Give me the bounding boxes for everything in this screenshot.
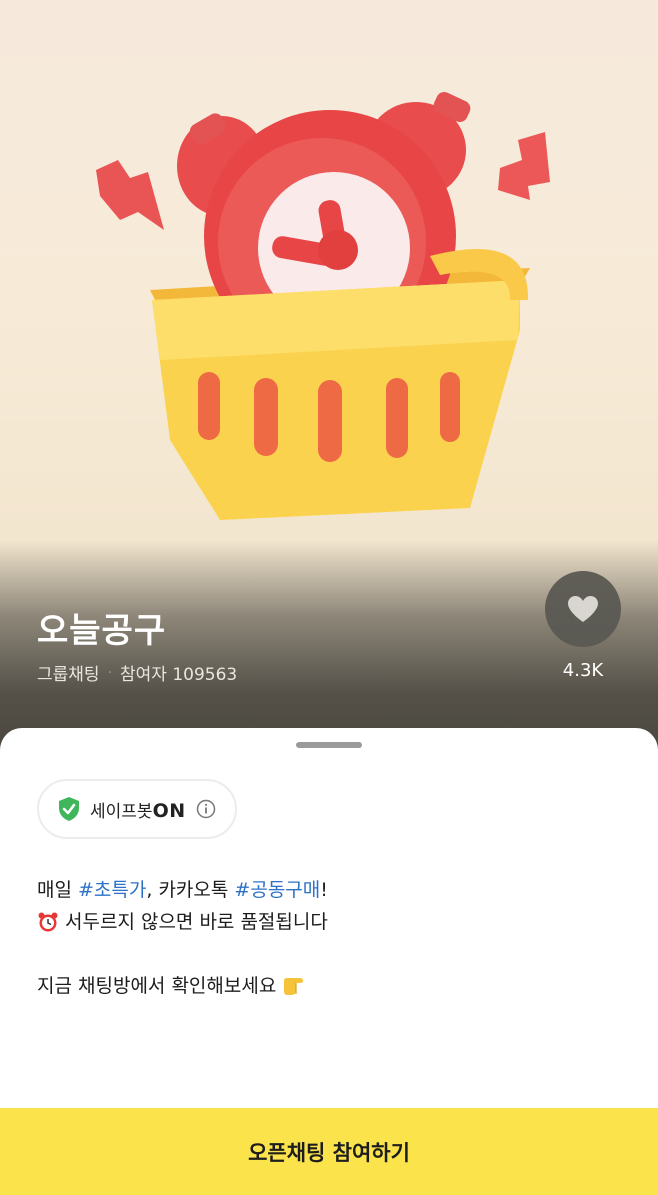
sheet-drag-handle[interactable] <box>296 742 362 748</box>
room-description: 매일 #초특가, 카카오톡 #공동구매! 서두르지 않으면 바로 품절됩니다 지… <box>37 874 328 1002</box>
alarm-clock-icon <box>38 912 58 932</box>
info-icon[interactable] <box>196 799 216 819</box>
description-line-1: 매일 #초특가, 카카오톡 #공동구매! <box>37 874 328 906</box>
participant-count: 참여자 109563 <box>120 665 238 685</box>
description-line-2: 서두르지 않으면 바로 품절됩니다 <box>37 906 328 938</box>
hashtag-link[interactable]: #초특가 <box>78 874 146 906</box>
description-line-3: 지금 채팅방에서 확인해보세요 <box>37 970 328 1002</box>
join-open-chat-button[interactable]: 오픈채팅 참여하기 <box>0 1108 658 1195</box>
like-count: 4.3K <box>562 660 604 681</box>
room-meta: 그룹채팅 · 참여자 109563 <box>37 660 238 686</box>
safebot-status: ON <box>152 799 186 822</box>
room-type: 그룹채팅 <box>37 665 100 685</box>
pointing-hand-icon <box>284 978 304 995</box>
alarm-clock-basket-illustration <box>96 92 550 520</box>
meta-separator: · <box>107 664 113 681</box>
description-text: 매일 <box>37 879 78 901</box>
heart-icon <box>568 596 598 622</box>
room-title: 오늘공구 <box>37 611 167 651</box>
description-text: 서두르지 않으면 바로 품절됩니다 <box>65 911 328 933</box>
description-text: ! <box>320 879 328 901</box>
safebot-label: 세이프봇ON <box>90 797 186 822</box>
safebot-badge[interactable]: 세이프봇ON <box>37 779 237 839</box>
like-button[interactable] <box>545 571 621 647</box>
safebot-name: 세이프봇 <box>90 801 153 822</box>
description-text: , 카카오톡 <box>146 879 235 901</box>
hero-banner: 오늘공구 그룹채팅 · 참여자 109563 4.3K <box>0 0 658 760</box>
shield-check-icon <box>59 797 79 821</box>
hashtag-link[interactable]: #공동구매 <box>234 874 320 906</box>
description-text: 지금 채팅방에서 확인해보세요 <box>37 975 277 997</box>
